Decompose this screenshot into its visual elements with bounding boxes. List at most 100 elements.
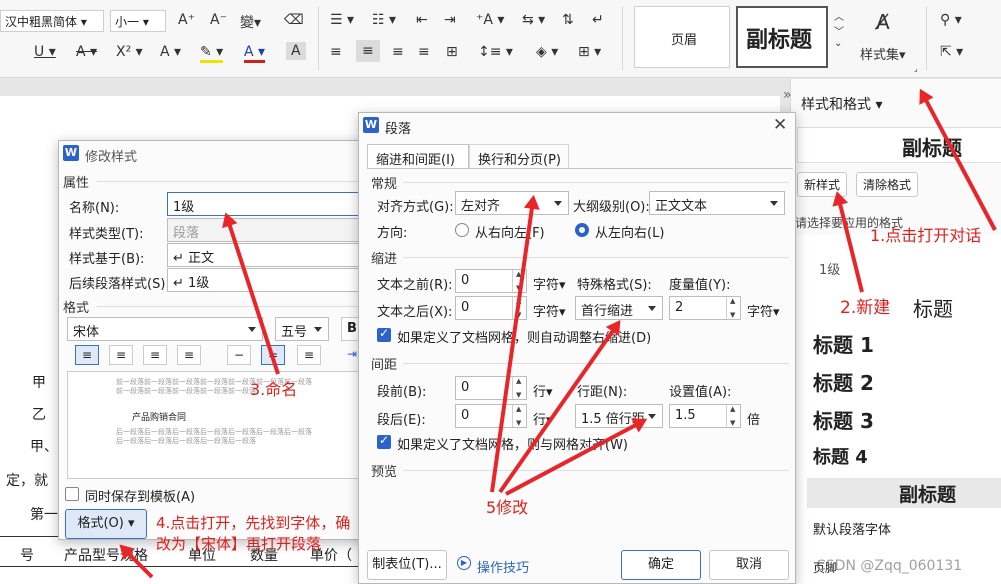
table-border (0, 566, 360, 567)
spin-icon[interactable] (512, 405, 526, 427)
align-right-icon[interactable]: ≡ (143, 345, 167, 365)
outline-level-select[interactable]: 正文文本 (649, 191, 785, 215)
grid-align-checkbox[interactable] (377, 433, 391, 449)
tab-stops-button[interactable]: 制表位(T)... (367, 550, 447, 580)
style-item-1ji[interactable]: 1级 (819, 259, 840, 278)
style-set-button[interactable]: 样式集▾ (860, 44, 906, 63)
size-select[interactable]: 五号 (275, 317, 329, 341)
font-color-icon[interactable]: A ▾ (244, 44, 266, 63)
line-spacing-icon[interactable]: ↕≡ ▾ (478, 44, 513, 60)
single-spacing-icon[interactable]: − (227, 345, 251, 365)
styles-panel-title[interactable]: 样式和格式 ▾ (801, 94, 882, 114)
spin-icon[interactable] (512, 377, 526, 399)
style-header-tile[interactable]: 页眉 (634, 6, 730, 68)
text-effect-icon[interactable]: A ▾ (160, 44, 181, 60)
find-icon[interactable]: ⚲ ▾ (940, 12, 962, 28)
text-direction-icon[interactable]: ⁺A ▾ (476, 12, 504, 28)
alignment-label: 对齐方式(G): (377, 200, 454, 215)
shrink-font-icon[interactable]: A⁻ (210, 12, 227, 28)
justify-icon[interactable]: ≡ (418, 44, 430, 60)
tab-indent-spacing[interactable]: 缩进和间距(I) (367, 144, 469, 168)
cancel-button[interactable]: 取消 (709, 550, 789, 580)
rtl-radio[interactable] (455, 223, 469, 237)
phonetic-icon[interactable]: 變▾ (240, 12, 261, 32)
grow-font-icon[interactable]: A⁺ (178, 12, 195, 28)
show-marks-icon[interactable]: ↵ (592, 12, 604, 28)
grid-align-label: 如果定义了文档网格，则与网格对齐(W) (397, 438, 628, 453)
format-button[interactable]: 格式(O) ▾ (65, 509, 147, 539)
justify-icon[interactable]: ≡ (177, 345, 201, 365)
unit-char-dropdown[interactable]: 字符▾ (533, 274, 566, 293)
numbering-icon[interactable]: ☷ ▾ (372, 12, 396, 28)
indent-icon[interactable]: ⇥ (347, 347, 357, 361)
set-value-input[interactable]: 1.5 (669, 404, 741, 428)
ok-button[interactable]: 确定 (621, 550, 701, 580)
after-text-label: 文本之后(X): (377, 305, 453, 320)
tab-line-page-break[interactable]: 换行和分页(P) (469, 144, 569, 168)
style-item-default-font[interactable]: 默认段落字体 (813, 519, 891, 538)
style-item-subtitle[interactable]: 副标题 (807, 478, 1001, 508)
style-item-heading-1[interactable]: 标题 1 (813, 329, 874, 358)
increase-indent-icon[interactable]: ⇥ (444, 12, 456, 28)
borders-icon[interactable]: ⊞ ▾ (578, 44, 601, 60)
decrease-indent-icon[interactable]: ⇤ (416, 12, 428, 28)
unit-line-dropdown[interactable]: 行▾ (533, 381, 553, 400)
close-icon[interactable]: ✕ (773, 115, 787, 135)
style-set-icon[interactable]: A̸ (876, 10, 890, 34)
strikethrough-icon[interactable]: A ▾ (76, 44, 97, 60)
section-divider (403, 182, 789, 183)
font-name-dropdown[interactable]: 汉中粗黑简体 ▾ (0, 10, 104, 32)
save-template-checkbox[interactable] (65, 487, 79, 501)
section-divider (97, 181, 371, 182)
eraser-icon[interactable]: ⌫ (284, 12, 304, 28)
next-style-select[interactable]: ↵ 1级 (167, 268, 371, 292)
space-after-input[interactable]: 0 (455, 404, 527, 428)
tips-link[interactable]: 操作技巧 (477, 557, 529, 576)
unit-times-label: 倍 (747, 413, 761, 428)
align-left-icon[interactable]: ≡ (330, 44, 342, 60)
align-center-icon[interactable]: ≡ (109, 345, 133, 365)
underline-icon[interactable]: U ▾ (34, 44, 56, 60)
measure-input[interactable]: 2 (669, 296, 741, 320)
style-item-heading-4[interactable]: 标题 4 (813, 443, 868, 469)
style-item-heading-2[interactable]: 标题 2 (813, 367, 874, 396)
panel-collapse-icon[interactable]: » (783, 87, 792, 103)
align-left-icon[interactable]: ≡ (75, 345, 99, 365)
style-item-heading-3[interactable]: 标题 3 (813, 405, 874, 434)
highlight-icon[interactable]: ✎ ▾ (200, 44, 224, 63)
based-on-select[interactable]: ↵ 正文 (167, 243, 371, 267)
style-name-input[interactable]: 1级 (167, 192, 371, 216)
spin-icon[interactable] (726, 297, 740, 319)
ltr-radio[interactable] (575, 223, 589, 237)
sort-icon[interactable]: ⇅ (562, 12, 574, 28)
superscript-icon[interactable]: X² ▾ (116, 44, 143, 60)
char-shading-icon[interactable]: A (286, 42, 306, 60)
distribute-icon[interactable]: ⊞ (446, 44, 458, 60)
unit-char-dropdown[interactable]: 字符▾ (747, 301, 780, 320)
grid-indent-checkbox[interactable] (377, 326, 391, 342)
shading-icon[interactable]: ◈ ▾ (536, 44, 558, 60)
clear-format-button[interactable]: 清除格式 (856, 172, 919, 197)
select-icon[interactable]: ⇱ ▾ (940, 44, 963, 60)
font-select[interactable]: 宋体 (67, 317, 263, 341)
style-subtitle-tile[interactable]: 副标题 (736, 6, 828, 68)
space-before-input[interactable]: 0 (455, 376, 527, 400)
save-template-label: 同时保存到模板(A) (85, 490, 196, 505)
style-launcher-icon[interactable]: ⌟ (914, 64, 918, 73)
special-format-select[interactable]: 首行缩进 (575, 296, 663, 320)
double-spacing-icon[interactable]: ≡ (297, 345, 321, 365)
set-value-value: 1.5 (675, 408, 696, 423)
style-scroll-icon[interactable]: ︿ ﹀ ⌄ (834, 8, 844, 49)
font-size-dropdown[interactable]: 小一 ▾ (110, 10, 166, 32)
align-right-icon[interactable]: ≡ (392, 44, 404, 60)
before-text-input[interactable]: 0 (455, 269, 527, 293)
alignment-select[interactable]: 左对齐 (455, 191, 569, 215)
font-size-value: 小一 (115, 15, 140, 29)
unit-char-dropdown[interactable]: 字符▾ (533, 301, 566, 320)
align-center-icon[interactable]: ≡ (356, 40, 380, 62)
spin-icon[interactable] (726, 405, 740, 427)
style-type-select[interactable]: 段落 (167, 218, 371, 242)
style-item-heading[interactable]: 标题 (913, 293, 953, 322)
line-break-icon[interactable]: ⇆ ▾ (522, 12, 545, 28)
bullets-icon[interactable]: ☰ ▾ (330, 12, 354, 28)
